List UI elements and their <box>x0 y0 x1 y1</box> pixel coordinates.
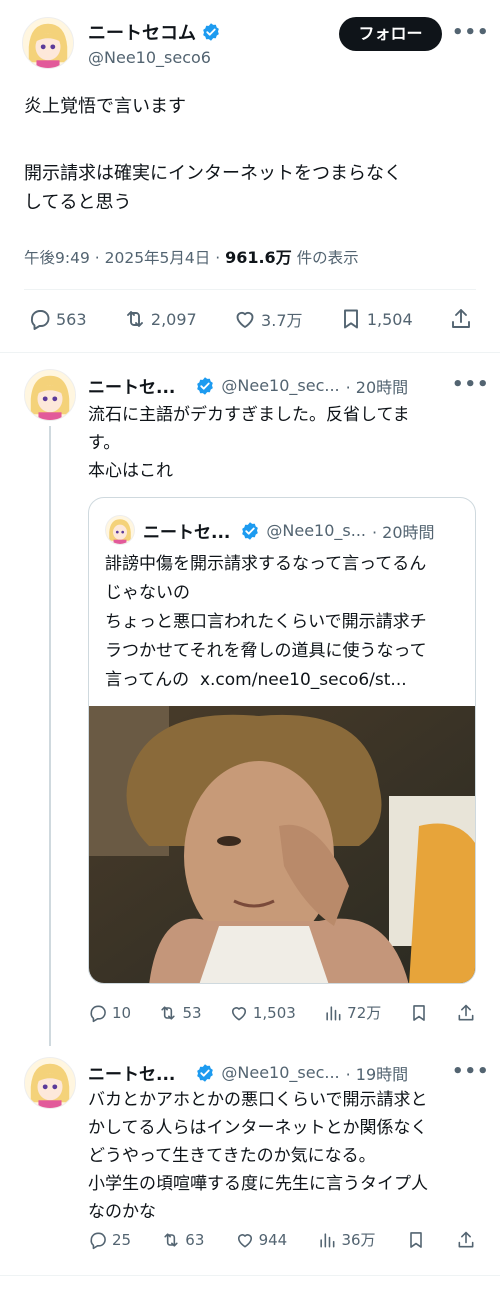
share-icon <box>452 309 470 328</box>
verified-badge-icon <box>197 1063 214 1082</box>
views-count: 72万 <box>347 1004 382 1022</box>
follow-button[interactable]: フォロー <box>339 17 442 51</box>
like-button[interactable]: 3.7万 <box>233 307 303 331</box>
quote-text: 誹謗中傷を開示請求するなって言ってるん じゃないの ちょっと悪口言われたくらいで… <box>105 554 427 690</box>
retweet-count: 63 <box>185 1230 205 1249</box>
verified-badge-icon <box>197 376 214 395</box>
bookmark-button[interactable] <box>409 1003 429 1023</box>
avatar[interactable] <box>24 1057 76 1109</box>
like-count: 1,503 <box>252 1003 296 1022</box>
verified-badge-icon <box>203 23 219 41</box>
like-button[interactable]: 1,503 <box>229 1003 296 1023</box>
reply-icon <box>90 1005 106 1022</box>
tweet-time[interactable]: 午後9:49 <box>24 249 90 267</box>
analytics-icon <box>320 1232 335 1247</box>
display-name[interactable]: ニートセ... <box>88 373 175 398</box>
reply1-actions-bar: 10 53 1,503 72万 <box>88 1002 476 1023</box>
quote-display-name: ニートセ... <box>143 523 231 543</box>
thread-connector-line <box>49 426 51 1046</box>
anime-avatar-image <box>25 370 75 420</box>
anime-avatar-image <box>23 18 73 68</box>
reply-button[interactable]: 10 <box>88 1003 131 1023</box>
bookmark-icon <box>343 309 358 329</box>
bookmark-button[interactable] <box>406 1230 426 1250</box>
tweet-text-body: 開示請求は確実にインターネットをつまらなく してると思う <box>24 163 402 213</box>
handle[interactable]: @Nee10_seco6 <box>88 48 211 67</box>
heart-icon <box>237 1233 252 1247</box>
tweet-meta: 午後9:49 · 2025年5月4日 · 961.6万 件の表示 <box>24 248 359 267</box>
main-actions-bar: 563 2,097 3.7万 1,504 <box>28 307 473 331</box>
anime-avatar-image <box>106 516 134 544</box>
share-button[interactable] <box>449 307 473 331</box>
quote-photo[interactable] <box>89 706 475 983</box>
heart-icon <box>236 311 254 328</box>
tweet-text-line1: 炎上覚悟で言います <box>24 96 186 117</box>
share-button[interactable] <box>456 1230 476 1250</box>
display-name[interactable]: ニートセ... <box>88 1060 175 1085</box>
share-icon <box>458 1004 474 1020</box>
retweet-count: 53 <box>182 1003 202 1022</box>
reply-count: 25 <box>112 1230 132 1249</box>
handle[interactable]: @Nee10_sec... <box>221 1063 339 1082</box>
reply-button[interactable]: 25 <box>88 1230 131 1250</box>
reply-icon <box>90 1232 106 1249</box>
verified-badge-icon <box>242 521 259 540</box>
retweet-button[interactable]: 2,097 <box>123 307 197 331</box>
tweet-date[interactable]: 2025年5月4日 <box>105 249 211 267</box>
views-button[interactable]: 36万 <box>317 1229 376 1250</box>
like-count: 3.7万 <box>261 311 303 330</box>
avatar[interactable] <box>24 369 76 421</box>
quote-handle: @Nee10_s... <box>266 521 366 540</box>
man-photo-image <box>89 706 475 983</box>
quoted-tweet-card[interactable]: ニートセ... @Nee10_s... · 20時間 誹謗中傷を開示請求するなっ… <box>88 497 476 984</box>
views-count: 36万 <box>341 1231 376 1249</box>
retweet-button[interactable]: 53 <box>158 1003 202 1023</box>
quote-time: · 20時間 <box>371 522 435 542</box>
retweet-icon <box>161 1005 176 1020</box>
share-button[interactable] <box>456 1003 476 1023</box>
like-count: 944 <box>258 1230 288 1249</box>
retweet-button[interactable]: 63 <box>161 1230 204 1250</box>
avatar[interactable] <box>22 17 74 69</box>
reply-count: 563 <box>56 309 87 329</box>
reply-text: 流石に主語がデカすぎました。反省してま す。 本心はこれ <box>88 405 410 481</box>
share-icon <box>458 1231 474 1247</box>
bookmark-icon <box>412 1004 425 1021</box>
reply2-actions-bar: 25 63 944 36万 <box>88 1229 476 1250</box>
bookmark-icon <box>409 1231 422 1248</box>
reply-time[interactable]: · 19時間 <box>346 1061 409 1085</box>
like-button[interactable]: 944 <box>235 1230 288 1250</box>
divider <box>0 1275 500 1276</box>
views-label: 件の表示 <box>296 249 359 267</box>
divider <box>0 352 500 353</box>
bookmark-button[interactable]: 1,504 <box>339 307 413 331</box>
more-options-icon[interactable]: ••• <box>452 374 490 395</box>
retweet-count: 2,097 <box>150 309 197 329</box>
heart-icon <box>231 1006 246 1020</box>
reply-icon <box>30 310 50 330</box>
bookmark-count: 1,504 <box>366 309 413 329</box>
reply-time[interactable]: · 20時間 <box>346 374 409 398</box>
retweet-icon <box>164 1232 178 1247</box>
reply-text: バカとかアホとかの悪口くらいで開示請求と かしてる人らはインターネットとか関係な… <box>88 1090 428 1222</box>
more-options-icon[interactable]: ••• <box>452 1061 490 1082</box>
divider <box>24 289 476 290</box>
anime-avatar-image <box>25 1058 75 1108</box>
retweet-icon <box>126 311 143 327</box>
avatar[interactable] <box>105 515 135 545</box>
display-name[interactable]: ニートセコム <box>88 19 196 45</box>
reply-button[interactable]: 563 <box>28 307 87 331</box>
reply-count: 10 <box>112 1003 132 1022</box>
analytics-icon <box>326 1005 341 1020</box>
views-button[interactable]: 72万 <box>323 1002 381 1023</box>
more-options-icon[interactable]: ••• <box>452 22 490 43</box>
handle[interactable]: @Nee10_sec... <box>221 376 339 395</box>
views-count: 961.6万 <box>225 248 292 267</box>
